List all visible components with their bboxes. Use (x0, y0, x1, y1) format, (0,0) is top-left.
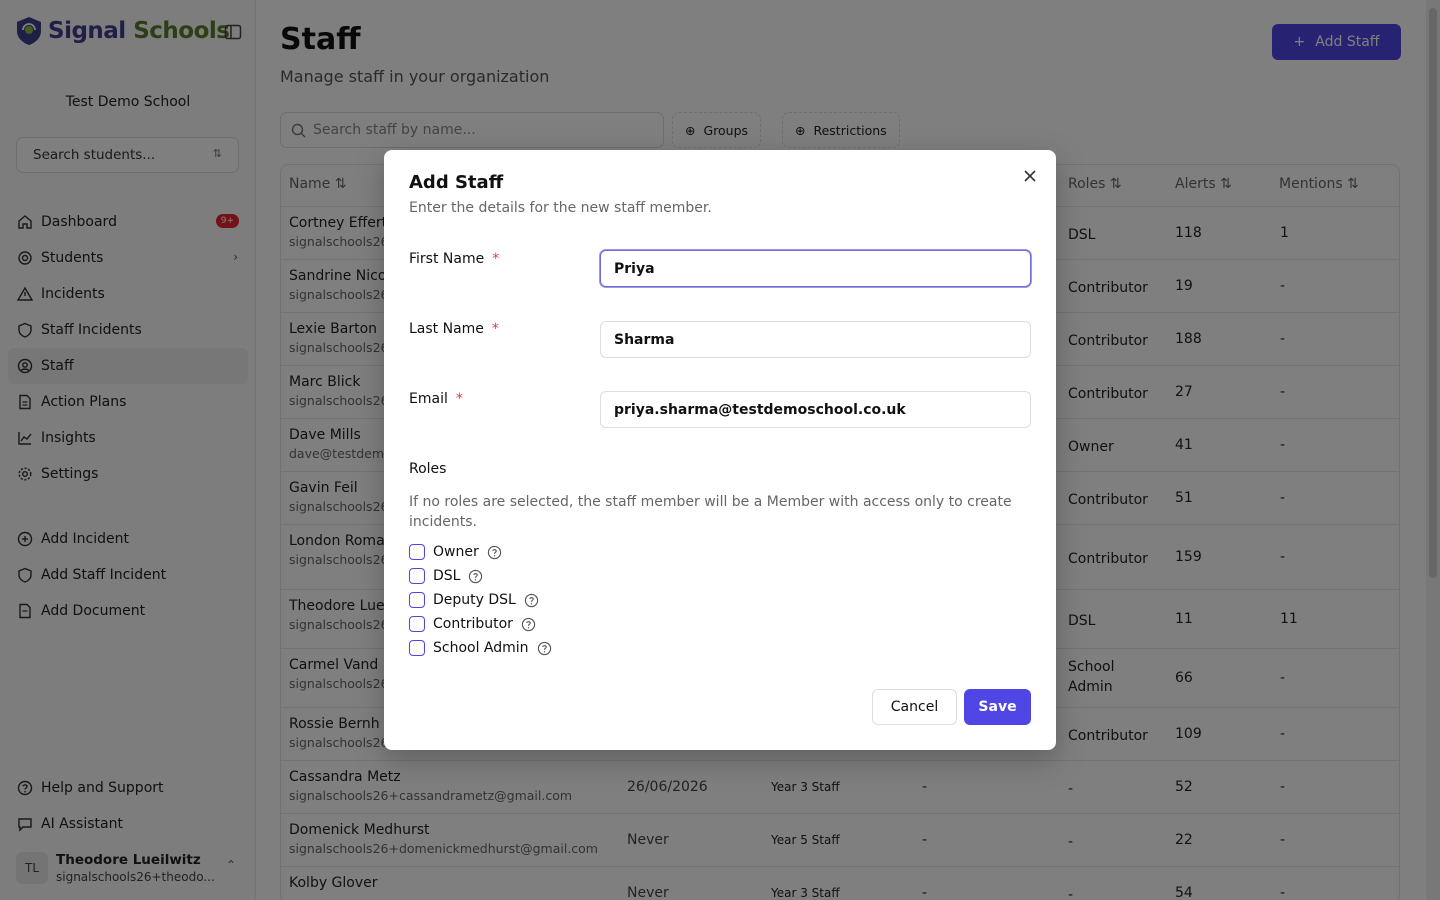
email-field[interactable] (600, 391, 1031, 428)
checkbox[interactable] (409, 544, 425, 560)
required-mark: * (455, 391, 463, 407)
last-name-label: Last Name * (409, 321, 499, 337)
required-mark: * (492, 251, 500, 267)
checkbox[interactable] (409, 568, 425, 584)
first-name-field[interactable] (600, 250, 1031, 287)
roles-title: Roles (409, 461, 447, 477)
close-icon[interactable] (1021, 167, 1039, 185)
dialog-description: Enter the details for the new staff memb… (409, 200, 712, 216)
checkbox[interactable] (409, 640, 425, 656)
save-button[interactable]: Save (964, 689, 1031, 725)
help-circle-icon[interactable] (537, 641, 552, 656)
role-dsl[interactable]: DSL (409, 567, 483, 585)
role-deputy-dsl[interactable]: Deputy DSL (409, 591, 539, 609)
role-owner[interactable]: Owner (409, 543, 502, 561)
role-contributor[interactable]: Contributor (409, 615, 536, 633)
required-mark: * (491, 321, 499, 337)
checkbox[interactable] (409, 616, 425, 632)
help-circle-icon[interactable] (487, 545, 502, 560)
role-school-admin[interactable]: School Admin (409, 639, 552, 657)
email-label: Email * (409, 391, 463, 407)
roles-description: If no roles are selected, the staff memb… (409, 494, 1012, 530)
checkbox[interactable] (409, 592, 425, 608)
help-circle-icon[interactable] (521, 617, 536, 632)
help-circle-icon[interactable] (524, 593, 539, 608)
first-name-label: First Name * (409, 251, 500, 267)
dialog-title: Add Staff (409, 172, 504, 193)
cancel-button[interactable]: Cancel (872, 689, 957, 725)
last-name-field[interactable] (600, 321, 1031, 358)
help-circle-icon[interactable] (468, 569, 483, 584)
add-staff-dialog: Add Staff Enter the details for the new … (384, 150, 1056, 750)
